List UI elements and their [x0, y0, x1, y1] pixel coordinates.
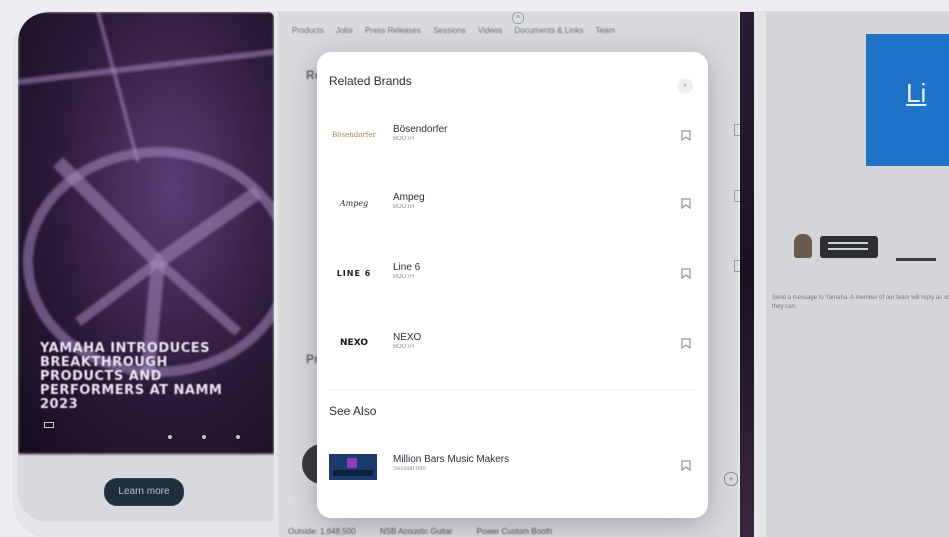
carousel-dots[interactable] — [168, 426, 270, 444]
tab-sessions[interactable]: Sessions — [433, 26, 465, 35]
list-item[interactable]: NEXO NEXO BOOTH — [327, 322, 697, 366]
session-thumbnail — [329, 454, 377, 480]
add-icon[interactable]: + — [724, 472, 738, 486]
tab-team[interactable]: Team — [595, 26, 615, 35]
session-name: Million Bars Music Makers — [393, 454, 510, 465]
chat-card-icon — [820, 236, 878, 258]
brand-logo: Ampeg — [339, 198, 369, 208]
page-tabs: Products Jobs Press Releases Sessions Vi… — [292, 26, 625, 35]
brand-name: Bösendorfer — [393, 124, 448, 135]
tab-videos[interactable]: Videos — [478, 26, 502, 35]
brand-sub: BOOTH — [393, 136, 415, 142]
bookmark-icon[interactable] — [681, 460, 691, 471]
close-icon[interactable]: × — [677, 78, 693, 94]
promo-tag — [44, 422, 54, 428]
session-sub: Session Info — [393, 466, 427, 472]
avatar — [794, 234, 812, 258]
promo-headline: Yamaha Introduces Breakthrough Products … — [40, 341, 223, 412]
bottom-strip: Outside: 1,648,500 NSB Acoustic Guitar P… — [288, 527, 553, 536]
promo-card: Yamaha Introduces Breakthrough Products … — [18, 12, 274, 522]
divider — [329, 389, 695, 390]
brand-name: Ampeg — [393, 192, 425, 203]
tab-press-releases[interactable]: Press Releases — [365, 26, 421, 35]
list-item[interactable]: Bösendorfer Bösendorfer BOOTH — [327, 114, 697, 158]
tab-documents[interactable]: Documents & Links — [514, 26, 583, 35]
brand-sub: BOOTH — [393, 204, 415, 210]
bookmark-icon[interactable] — [681, 130, 691, 141]
bookmark-icon[interactable] — [681, 268, 691, 279]
brand-logo: LINE 6 — [336, 268, 372, 278]
brand-logo: NEXO — [340, 338, 368, 348]
brand-sub: BOOTH — [393, 274, 415, 280]
scroll-up-icon[interactable]: ˄ — [512, 12, 524, 24]
chat-button[interactable]: Li — [866, 34, 949, 166]
see-also-heading: See Also — [329, 404, 377, 418]
brand-name: Line 6 — [393, 262, 421, 273]
chat-panel: Li Send a message to Yamaha. A member of… — [766, 12, 949, 537]
brand-sub: BOOTH — [393, 344, 415, 350]
see-also-item[interactable]: Million Bars Music Makers Session Info — [327, 444, 697, 488]
learn-more-button[interactable]: Learn more — [104, 478, 184, 506]
list-item[interactable]: Ampeg Ampeg BOOTH — [327, 182, 697, 226]
tab-jobs[interactable]: Jobs — [336, 26, 353, 35]
brand-name: NEXO — [393, 332, 422, 343]
modal-title: Related Brands — [329, 74, 412, 88]
bookmark-icon[interactable] — [681, 338, 691, 349]
divider — [896, 258, 936, 261]
brand-logo: Bösendorfer — [332, 131, 376, 139]
decorative-strip — [740, 12, 754, 537]
related-brands-modal: Related Brands × Bösendorfer Bösendorfer… — [317, 52, 708, 518]
bookmark-icon[interactable] — [681, 198, 691, 209]
tab-products[interactable]: Products — [292, 26, 324, 35]
chat-message: Send a message to Yamaha. A member of ou… — [772, 295, 949, 310]
list-item[interactable]: LINE 6 Line 6 BOOTH — [327, 252, 697, 296]
